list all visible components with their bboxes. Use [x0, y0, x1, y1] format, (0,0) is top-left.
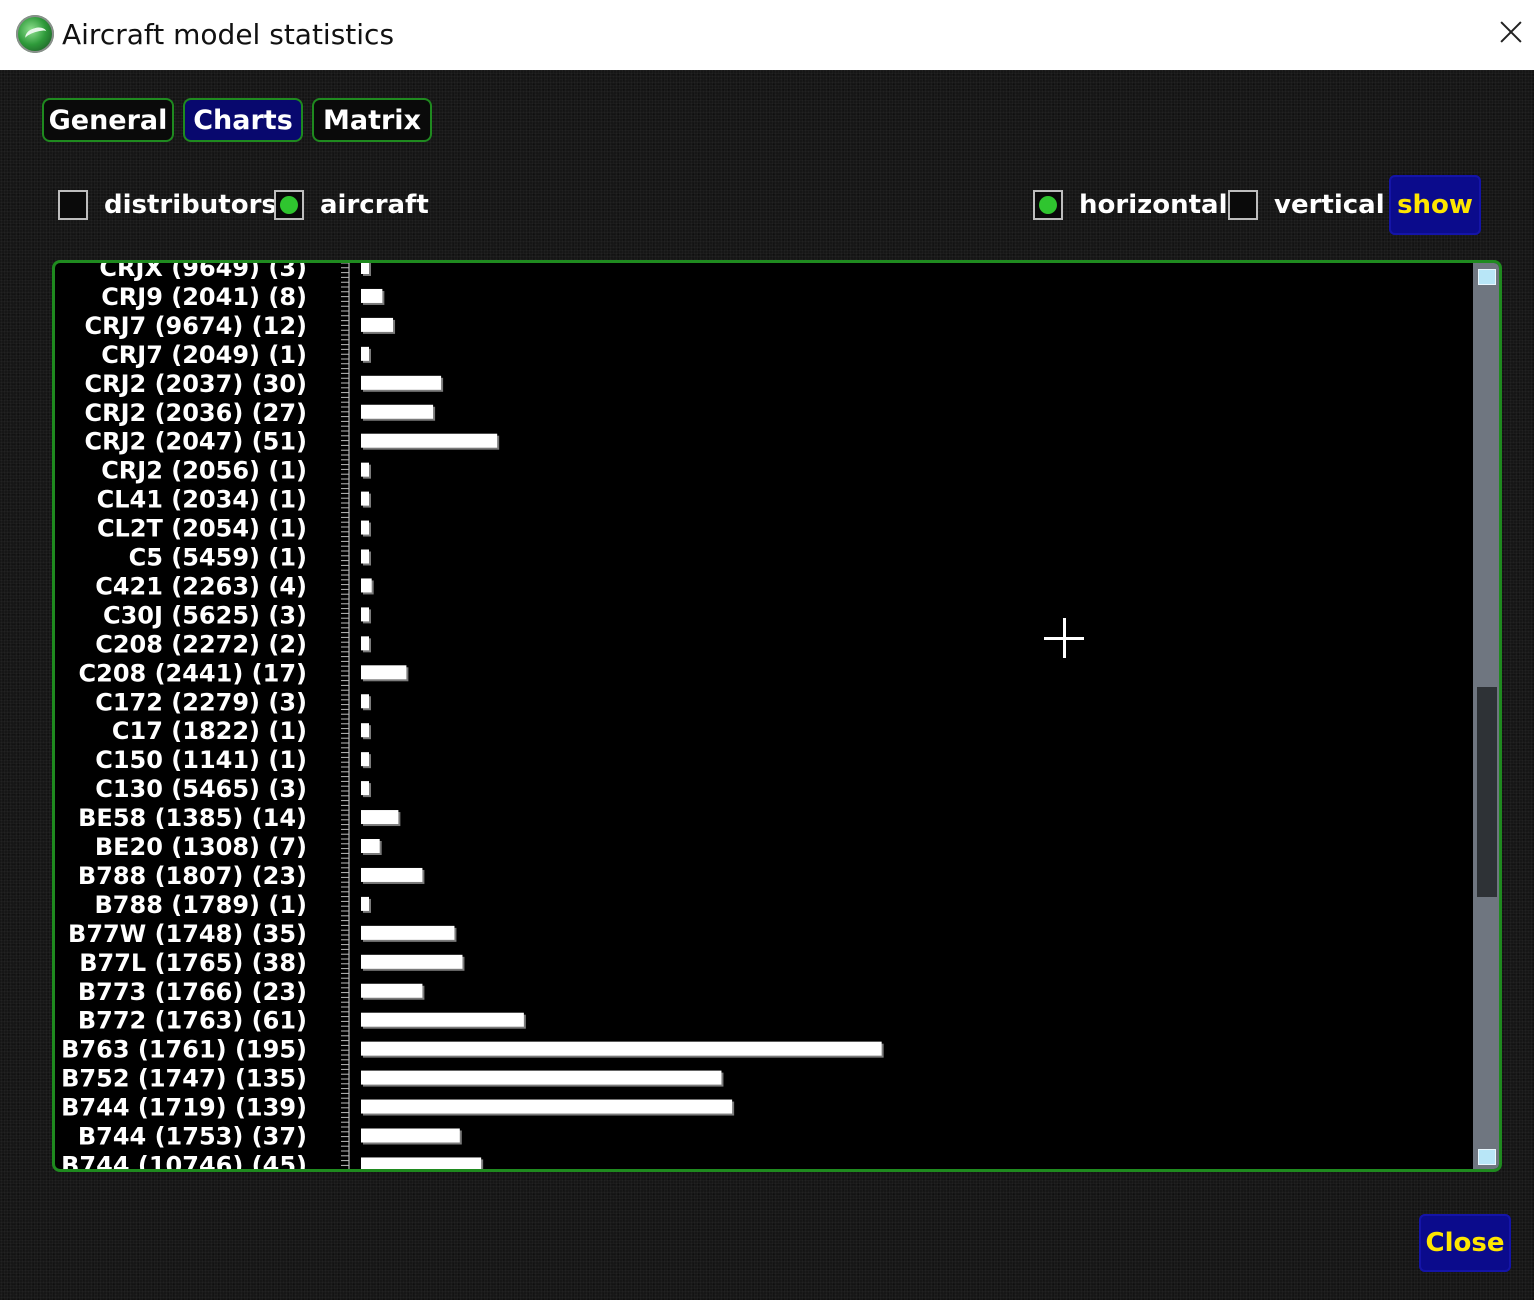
scroll-down-arrow[interactable] — [1478, 1149, 1496, 1165]
window-title: Aircraft model statistics — [62, 18, 395, 51]
bar — [361, 723, 369, 738]
bar — [361, 1157, 482, 1169]
bar-label: C150 (1141) (1) — [95, 746, 307, 774]
bar-label: B772 (1763) (61) — [78, 1007, 307, 1035]
bar — [361, 954, 463, 969]
bar-label: C172 (2279) (3) — [95, 688, 307, 716]
bar-label: B744 (1719) (139) — [61, 1094, 307, 1122]
vertical-option[interactable]: vertical — [1228, 185, 1385, 225]
tab-general[interactable]: General — [42, 98, 174, 142]
bar — [361, 781, 370, 796]
bar-label: B763 (1761) (195) — [61, 1036, 307, 1064]
bar-label: CRJ7 (2049) (1) — [101, 341, 307, 369]
bar — [361, 491, 369, 506]
bar — [361, 607, 370, 622]
bar — [361, 665, 407, 680]
bar — [361, 520, 369, 535]
bar-label: B773 (1766) (23) — [78, 978, 307, 1006]
bar — [361, 983, 423, 998]
close-button[interactable]: Close — [1419, 1214, 1511, 1272]
chart-panel: CRJX (9649) (3) CRJ9 (2041) (8) CRJ7 (9674… — [52, 260, 1502, 1172]
bar — [361, 346, 369, 361]
app-logo-icon — [16, 15, 54, 53]
bar-label: B788 (1789) (1) — [95, 891, 307, 919]
tab-matrix[interactable]: Matrix — [312, 98, 432, 142]
bar-label: C208 (2272) (2) — [95, 630, 307, 658]
aircraft-radio[interactable] — [274, 190, 304, 220]
bar-label: CRJ2 (2056) (1) — [101, 457, 307, 485]
bar-label: B744 (10746) (45) — [61, 1151, 307, 1169]
scroll-thumb[interactable] — [1477, 687, 1497, 897]
vertical-radio[interactable] — [1228, 190, 1258, 220]
bar — [361, 752, 369, 767]
bar-label: C208 (2441) (17) — [79, 659, 308, 687]
bar-label: CRJ9 (2041) (8) — [101, 283, 307, 311]
bar — [361, 1070, 722, 1085]
bar-label: B77W (1748) (35) — [68, 920, 307, 948]
horizontal-option[interactable]: horizontal — [1033, 185, 1228, 225]
bar-label: CRJ2 (2036) (27) — [84, 399, 307, 427]
bar — [361, 867, 423, 882]
bar — [361, 578, 372, 593]
bar-label: CL2T (2054) (1) — [97, 515, 307, 543]
bar — [361, 1041, 882, 1056]
bar-label: CL41 (2034) (1) — [97, 486, 307, 514]
bar — [361, 636, 369, 651]
bar-label: B752 (1747) (135) — [61, 1065, 307, 1093]
bar — [361, 839, 380, 853]
distributors-radio[interactable] — [58, 190, 88, 220]
bar — [361, 404, 434, 419]
tab-charts[interactable]: Charts — [183, 98, 303, 142]
bar-label: CRJ7 (9674) (12) — [84, 312, 307, 340]
bar — [361, 896, 369, 911]
horizontal-label: horizontal — [1079, 190, 1228, 220]
bar-label: BE58 (1385) (14) — [78, 804, 307, 832]
distributors-label: distributors — [104, 190, 277, 220]
bar — [361, 317, 394, 332]
bar-chart: CRJX (9649) (3)CRJ9 (2041) (8)CRJ7 (9674… — [61, 263, 884, 1169]
bar — [361, 288, 383, 303]
vertical-label: vertical — [1274, 190, 1385, 220]
bar — [361, 694, 370, 709]
bar — [361, 925, 455, 940]
bar — [361, 549, 369, 564]
horizontal-radio[interactable] — [1033, 190, 1063, 220]
bar-label: C421 (2263) (4) — [95, 572, 307, 600]
crosshair-cursor-icon — [1044, 618, 1084, 658]
bar-label: C30J (5625) (3) — [103, 601, 307, 629]
bar — [361, 263, 370, 274]
bar-label: B788 (1807) (23) — [78, 862, 307, 890]
bar — [361, 375, 442, 390]
aircraft-option[interactable]: aircraft — [274, 185, 429, 225]
bar — [361, 433, 498, 448]
bar-label: B77L (1765) (38) — [79, 949, 307, 977]
bar-label: BE20 (1308) (7) — [95, 833, 307, 861]
bar-label: C5 (5459) (1) — [129, 544, 307, 572]
bar-label: CRJ2 (2037) (30) — [84, 370, 307, 398]
bar — [361, 1099, 733, 1114]
scroll-up-arrow[interactable] — [1478, 269, 1496, 285]
window-close-icon[interactable] — [1494, 16, 1528, 50]
bar-label: C130 (5465) (3) — [95, 775, 307, 803]
bar-label: B744 (1753) (37) — [78, 1123, 307, 1151]
bar — [361, 1128, 460, 1143]
aircraft-label: aircraft — [320, 190, 429, 220]
title-bar: Aircraft model statistics — [0, 0, 1534, 70]
bar-label: C17 (1822) (1) — [112, 717, 307, 745]
bar-label: CRJX (9649) (3) — [99, 263, 307, 282]
show-button[interactable]: show — [1389, 175, 1481, 235]
chart-scrollbar[interactable] — [1473, 263, 1499, 1169]
bar — [361, 462, 369, 477]
bar — [361, 810, 399, 825]
distributors-option[interactable]: distributors — [58, 185, 277, 225]
bar — [361, 1012, 524, 1027]
bar-label: CRJ2 (2047) (51) — [84, 428, 307, 456]
